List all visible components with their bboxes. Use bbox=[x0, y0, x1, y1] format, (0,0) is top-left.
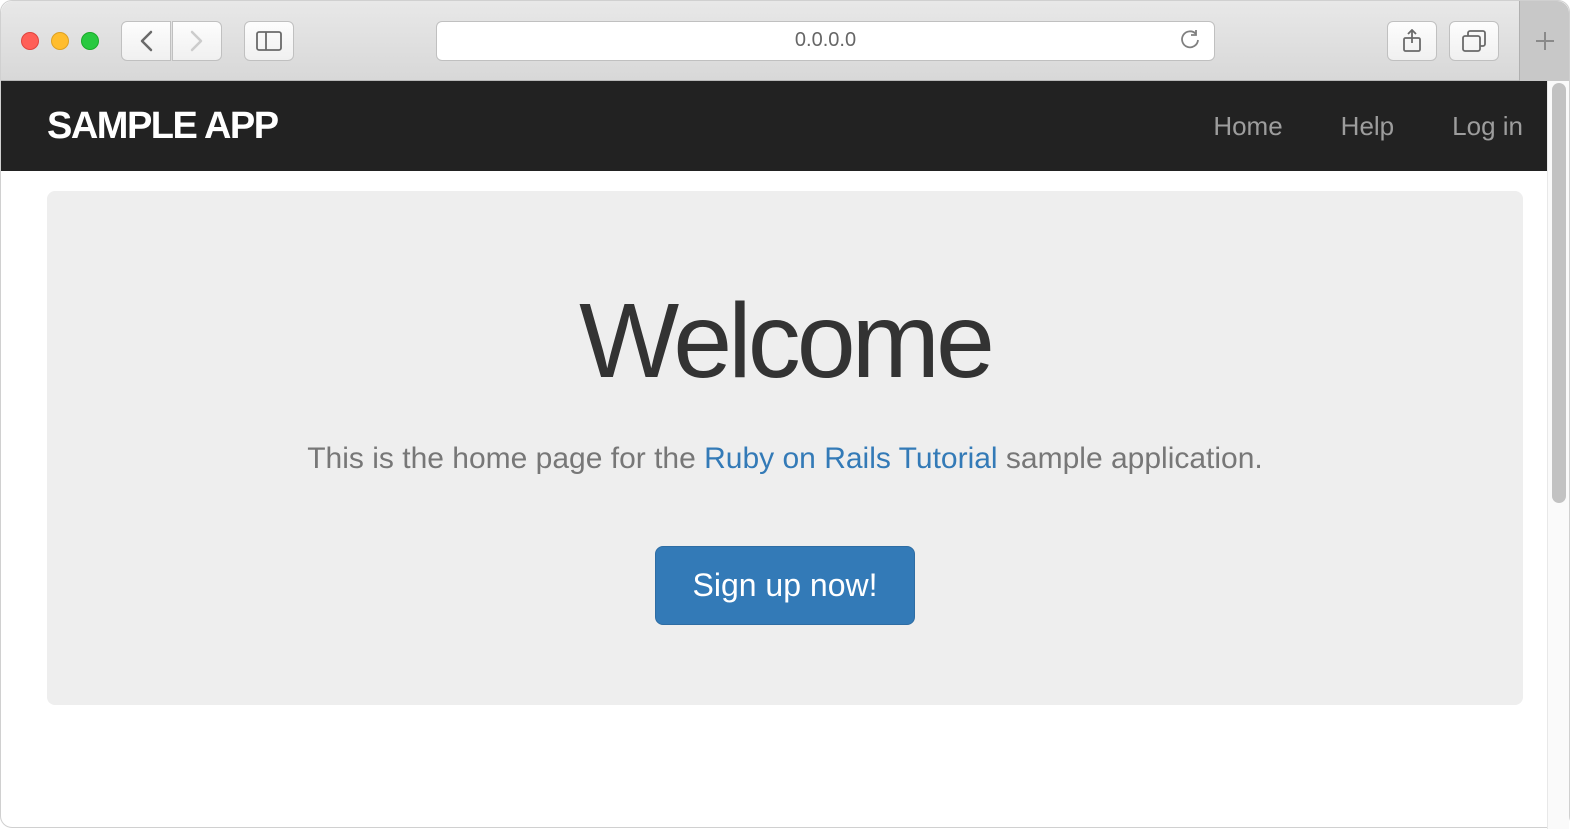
app-navbar: SAMPLE APP Home Help Log in bbox=[1, 81, 1569, 171]
brand-logo[interactable]: SAMPLE APP bbox=[47, 105, 278, 148]
nav-links: Home Help Log in bbox=[1213, 111, 1523, 142]
hero-subtitle: This is the home page for the Ruby on Ra… bbox=[87, 442, 1483, 476]
window-close-button[interactable] bbox=[21, 32, 39, 50]
hero-jumbotron: Welcome This is the home page for the Ru… bbox=[47, 191, 1523, 705]
navigation-buttons bbox=[121, 21, 222, 61]
subtitle-prefix: This is the home page for the bbox=[307, 442, 704, 475]
nav-link-help[interactable]: Help bbox=[1341, 111, 1394, 142]
share-button[interactable] bbox=[1387, 21, 1437, 61]
scrollbar-track[interactable] bbox=[1547, 81, 1569, 829]
sidebar-toggle-button[interactable] bbox=[244, 21, 294, 61]
forward-button[interactable] bbox=[172, 21, 222, 61]
window-minimize-button[interactable] bbox=[51, 32, 69, 50]
window-controls bbox=[21, 32, 99, 50]
window-maximize-button[interactable] bbox=[81, 32, 99, 50]
url-text: 0.0.0.0 bbox=[795, 29, 856, 52]
browser-toolbar: 0.0.0.0 bbox=[1, 1, 1569, 81]
reload-icon[interactable] bbox=[1180, 30, 1200, 52]
scrollbar-thumb[interactable] bbox=[1552, 83, 1566, 503]
signup-button[interactable]: Sign up now! bbox=[655, 546, 914, 625]
address-bar[interactable]: 0.0.0.0 bbox=[436, 21, 1215, 61]
nav-link-login[interactable]: Log in bbox=[1452, 111, 1523, 142]
back-button[interactable] bbox=[121, 21, 171, 61]
right-toolbar-controls bbox=[1387, 1, 1549, 81]
subtitle-suffix: sample application. bbox=[998, 442, 1263, 475]
page-content: Welcome This is the home page for the Ru… bbox=[1, 171, 1569, 829]
nav-link-home[interactable]: Home bbox=[1213, 111, 1282, 142]
new-tab-button[interactable] bbox=[1519, 1, 1569, 81]
tabs-button[interactable] bbox=[1449, 21, 1499, 61]
hero-title: Welcome bbox=[87, 281, 1483, 402]
tutorial-link[interactable]: Ruby on Rails Tutorial bbox=[704, 442, 997, 475]
